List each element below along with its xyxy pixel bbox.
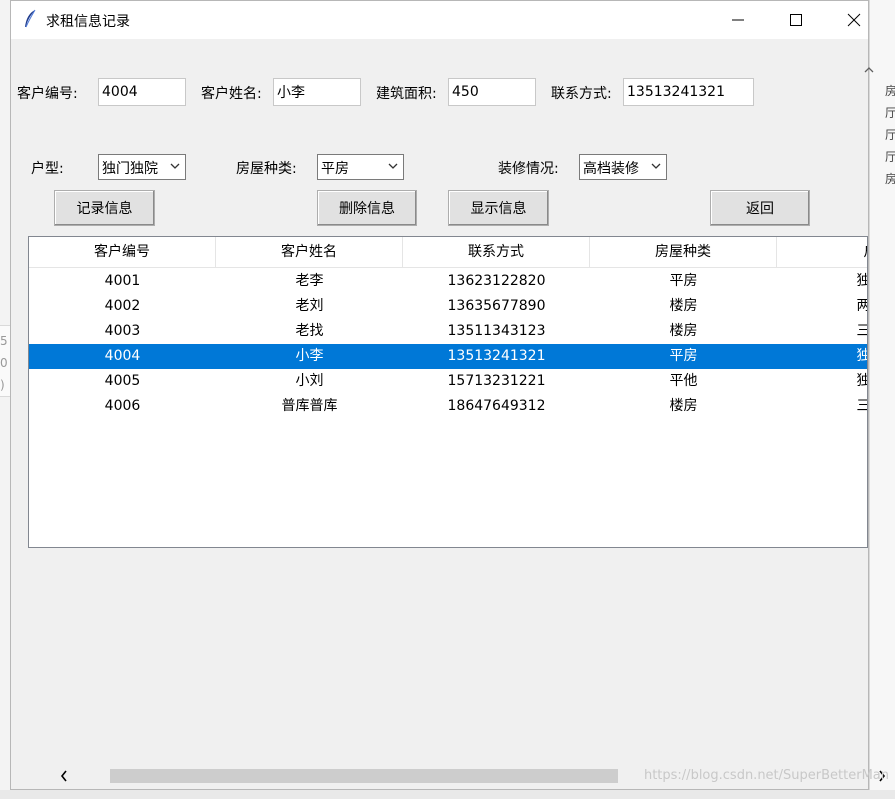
vertical-scrollbar[interactable] [860, 63, 878, 768]
table-cell: 18647649312 [447, 398, 546, 414]
table-cell: 13513241321 [447, 348, 546, 364]
delete-info-button[interactable]: 删除信息 [317, 190, 417, 226]
building-area-input[interactable] [448, 78, 536, 106]
back-button[interactable]: 返回 [710, 190, 810, 226]
watermark-text: https://blog.csdn.net/SuperBetterMan [643, 768, 889, 783]
table-row[interactable]: 4005 小刘 15713231221 平他 独门 [29, 369, 867, 394]
show-info-button[interactable]: 显示信息 [448, 190, 549, 226]
table-cell: 4005 [104, 373, 141, 389]
scroll-left-icon[interactable] [55, 765, 73, 787]
bg-right-frag: 房 [885, 172, 895, 186]
house-type-select[interactable]: 平房 [317, 154, 404, 180]
bg-right-frag: 厅 [885, 128, 895, 142]
customer-id-label: 客户编号: [17, 86, 78, 102]
building-area-label: 建筑面积: [376, 86, 437, 102]
bg-left-frag: ) [0, 378, 5, 392]
table-cell: 三室 [777, 394, 868, 419]
table-cell: 13511343123 [447, 323, 546, 339]
table-cell: 三室 [777, 319, 868, 344]
house-layout-select[interactable]: 独门独院 [98, 154, 186, 180]
scroll-thumb[interactable] [110, 769, 618, 783]
house-type-value: 平房 [321, 161, 349, 177]
table-cell: 平他 [669, 373, 698, 389]
table-cell: 楼房 [669, 398, 698, 414]
customer-name-input[interactable] [273, 78, 361, 106]
table-cell: 4004 [104, 348, 141, 364]
column-header[interactable]: 客户编号 [29, 237, 216, 267]
feather-icon [25, 9, 36, 28]
column-header[interactable]: 房屋种类 [590, 237, 777, 267]
customer-id-input[interactable] [98, 78, 186, 106]
table-row-selected[interactable]: 4004 小李 13513241321 平房 独门 [29, 344, 867, 369]
decoration-value: 高档装修 [583, 161, 639, 177]
minimize-icon [732, 19, 744, 21]
close-icon [847, 13, 861, 27]
table-cell: 普库普库 [281, 398, 338, 414]
column-header[interactable]: 户 [777, 237, 868, 267]
title-bar[interactable]: 求租信息记录 [11, 1, 868, 39]
house-layout-label: 户型: [31, 161, 64, 177]
scroll-up-icon[interactable] [860, 63, 878, 77]
table-cell: 老刘 [295, 298, 324, 314]
table-row[interactable]: 4001 老李 13623122820 平房 独门 [29, 269, 867, 294]
bg-left-frag: 5 [0, 334, 8, 348]
bg-right-frag: 厅 [885, 106, 895, 120]
column-header[interactable]: 联系方式 [403, 237, 590, 267]
table-cell: 4003 [104, 323, 141, 339]
house-layout-value: 独门独院 [102, 161, 158, 177]
background-app-left-strip: 5 0 ) [0, 325, 10, 397]
close-button[interactable] [825, 1, 883, 39]
table-cell: 两室 [777, 294, 868, 319]
table-cell: 平房 [669, 273, 698, 289]
records-table[interactable]: 客户编号 客户姓名 联系方式 房屋种类 户 4001 老李 13623122820 平… [28, 236, 868, 548]
table-row[interactable]: 4003 老找 13511343123 楼房 三室 [29, 319, 867, 344]
decoration-select[interactable]: 高档装修 [579, 154, 667, 180]
maximize-icon [790, 14, 802, 26]
table-cell: 老李 [295, 273, 324, 289]
decoration-label: 装修情况: [498, 161, 559, 177]
table-cell: 4002 [104, 298, 141, 314]
table-cell: 楼房 [669, 298, 698, 314]
contact-input[interactable] [623, 78, 754, 106]
table-row[interactable]: 4002 老刘 13635677890 楼房 两室 [29, 294, 867, 319]
bg-right-frag: 房 [885, 84, 895, 98]
table-cell: 独门 [777, 369, 868, 394]
bg-right-frag: 厅 [885, 150, 895, 164]
background-app-bottom [0, 790, 895, 799]
maximize-button[interactable] [767, 1, 825, 39]
table-cell: 楼房 [669, 323, 698, 339]
chevron-down-icon [651, 163, 661, 169]
record-info-button[interactable]: 记录信息 [54, 190, 155, 226]
table-row[interactable]: 4006 普库普库 18647649312 楼房 三室 [29, 394, 867, 419]
table-cell: 老找 [295, 323, 324, 339]
house-type-label: 房屋种类: [236, 161, 297, 177]
table-cell: 小刘 [295, 373, 324, 389]
chevron-down-icon [388, 163, 398, 169]
window-title: 求租信息记录 [46, 14, 130, 30]
table-cell: 4006 [104, 398, 141, 414]
table-cell: 小李 [295, 348, 324, 364]
bg-left-frag: 0 [0, 356, 8, 370]
table-cell: 13635677890 [447, 298, 546, 314]
rental-info-window: 求租信息记录 客户编号: 客户姓名: 建筑面积: 联系方式: 户型: 独门独院 … [10, 0, 874, 790]
minimize-button[interactable] [709, 1, 767, 39]
column-header[interactable]: 客户姓名 [216, 237, 403, 267]
chevron-down-icon [170, 163, 180, 169]
table-cell: 平房 [669, 348, 698, 364]
table-cell: 15713231221 [447, 373, 546, 389]
contact-label: 联系方式: [551, 86, 612, 102]
table-cell: 13623122820 [447, 273, 546, 289]
table-cell: 4001 [104, 273, 141, 289]
customer-name-label: 客户姓名: [201, 86, 262, 102]
table-header: 客户编号 客户姓名 联系方式 房屋种类 户 [29, 237, 867, 268]
table-cell: 独门 [777, 269, 868, 294]
table-cell: 独门 [777, 344, 868, 369]
